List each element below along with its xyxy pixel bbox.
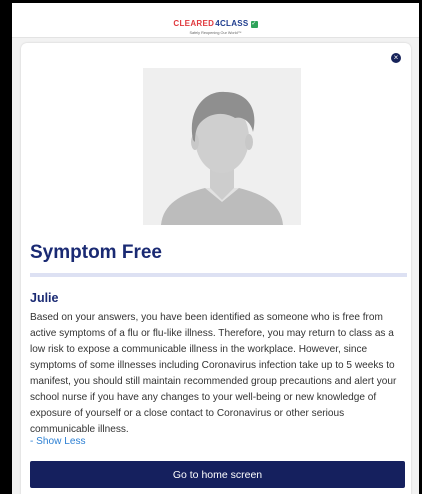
brand-name-part1: CLEARED	[173, 19, 215, 28]
result-title: Symptom Free	[30, 242, 162, 263]
show-less-link[interactable]: - Show Less	[30, 436, 86, 448]
avatar	[143, 68, 301, 225]
result-modal: × Symptom Free Julie Based on your answe…	[21, 43, 411, 494]
user-silhouette-icon	[161, 91, 283, 225]
brand-check-icon: ✓	[250, 20, 258, 28]
close-icon[interactable]: ×	[391, 53, 401, 63]
result-description: Based on your answers, you have been ide…	[30, 312, 397, 435]
brand-header: CLEARED 4CLASS ✓ Safely Reopening Our Worl…	[12, 3, 419, 38]
user-name: Julie	[30, 291, 59, 305]
brand-name: CLEARED 4CLASS ✓	[173, 19, 258, 28]
title-divider	[30, 273, 407, 277]
brand-logo: CLEARED 4CLASS ✓ Safely Reopening Our Worl…	[173, 14, 258, 36]
go-home-button[interactable]: Go to home screen	[30, 461, 405, 488]
app-frame: CLEARED 4CLASS ✓ Safely Reopening Our Worl…	[12, 3, 419, 494]
brand-tagline: Safely Reopening Our World™	[189, 31, 242, 35]
brand-name-part2: 4CLASS	[215, 19, 249, 28]
